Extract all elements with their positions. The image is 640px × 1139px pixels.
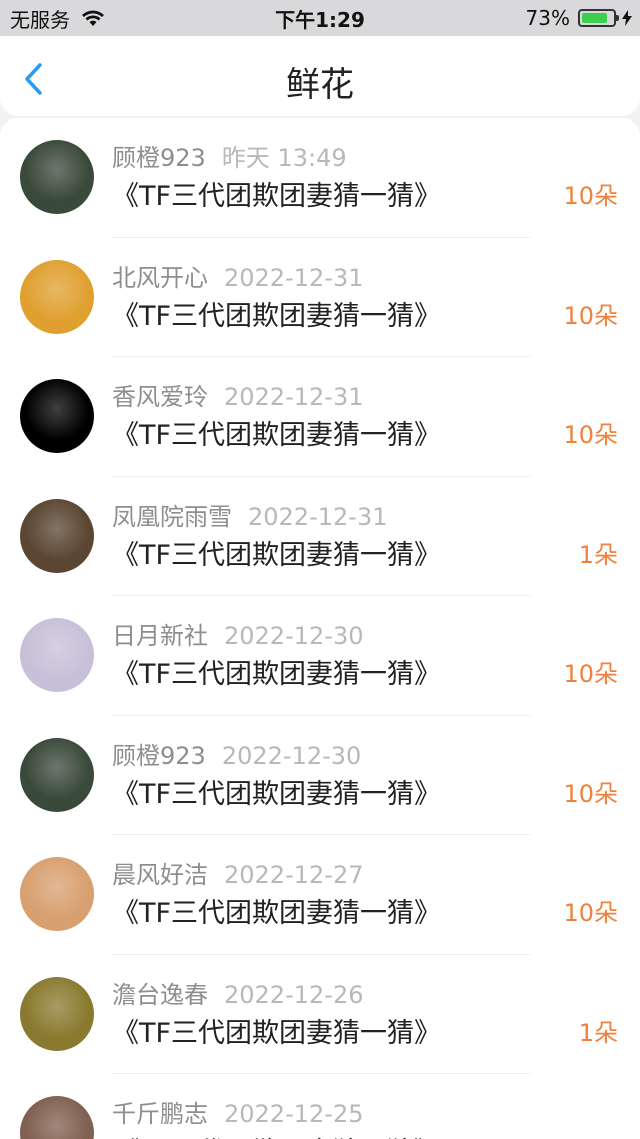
charging-bolt-icon [622,10,632,26]
item-date: 2022-12-31 [224,263,364,292]
flower-amount: 10朵 [563,899,618,927]
item-subject[interactable]: 《TF三代团欺团妻猜一猜》 [112,413,441,452]
list-item[interactable]: 北风开心 2022-12-31 《TF三代团欺团妻猜一猜》 10朵 [0,238,640,357]
user-name[interactable]: 千斤鹏志 [112,1100,208,1128]
item-meta: 顾橙923 2022-12-30 [112,736,361,771]
user-name[interactable]: 顾橙923 [112,742,206,770]
item-subject[interactable]: 《TF三代团欺团妻猜一猜》 [112,652,441,691]
avatar[interactable] [20,857,94,931]
flower-amount: 10朵 [563,421,618,449]
user-name[interactable]: 澹台逸春 [112,981,208,1009]
item-subject[interactable]: 《TF三代团欺团妻猜一猜》 [112,772,441,811]
item-date: 2022-12-30 [221,741,362,770]
flower-amount: 10朵 [563,660,618,688]
flower-amount: 10朵 [563,182,618,210]
list-item[interactable]: 澹台逸春 2022-12-26 《TF三代团欺团妻猜一猜》 1朵 [0,955,640,1074]
item-meta: 千斤鹏志 2022-12-25 [112,1094,363,1129]
flower-amount: 1朵 [578,1018,618,1047]
list-item[interactable]: 顾橙923 2022-12-30 《TF三代团欺团妻猜一猜》 10朵 [0,716,640,835]
avatar[interactable] [20,498,94,573]
gift-list: 顾橙923 昨天 13:49 《TF三代团欺团妻猜一猜》 10朵 北风开心 2022-12… [0,118,640,1139]
item-date: 2022-12-27 [224,861,364,889]
item-meta: 澹台逸春 2022-12-26 [112,975,363,1010]
item-date: 昨天 13:49 [221,144,347,172]
avatar[interactable] [20,618,94,692]
status-right: 73% [526,0,632,36]
flower-amount: 1朵 [578,540,618,569]
status-bar: 无服务 下午1:29 73% [0,0,640,36]
user-name[interactable]: 顾橙923 [112,144,206,172]
avatar[interactable] [20,976,94,1051]
user-name[interactable]: 凤凰院雨雪 [112,503,232,531]
user-name[interactable]: 北风开心 [112,264,208,292]
nav-bar: 鲜花 [0,36,640,116]
avatar[interactable] [20,259,94,334]
item-subject[interactable]: 《TF三代团欺团妻猜一猜》 [112,1130,441,1139]
item-meta: 晨风好洁 2022-12-27 [112,855,363,890]
item-meta: 顾橙923 昨天 13:49 [112,138,347,173]
item-date: 2022-12-31 [248,502,388,531]
item-subject[interactable]: 《TF三代团欺团妻猜一猜》 [112,294,441,333]
list-item[interactable]: 凤凰院雨雪 2022-12-31 《TF三代团欺团妻猜一猜》 1朵 [0,477,640,596]
item-meta: 北风开心 2022-12-31 [112,258,363,293]
avatar[interactable] [20,379,94,453]
user-name[interactable]: 晨风好洁 [112,861,208,889]
avatar[interactable] [20,1096,94,1139]
item-subject[interactable]: 《TF三代团欺团妻猜一猜》 [112,174,441,213]
battery-percent: 73% [525,6,570,30]
item-date: 2022-12-25 [224,1100,364,1128]
flower-amount: 10朵 [563,301,618,330]
list-item[interactable]: 日月新社 2022-12-30 《TF三代团欺团妻猜一猜》 10朵 [0,596,640,716]
list-item[interactable]: 晨风好洁 2022-12-27 《TF三代团欺团妻猜一猜》 10朵 [0,835,640,955]
page-title: 鲜花 [286,64,354,105]
item-meta: 凤凰院雨雪 2022-12-31 [112,497,387,532]
item-subject[interactable]: 《TF三代团欺团妻猜一猜》 [112,533,441,572]
item-meta: 香风爱玲 2022-12-31 [112,377,363,412]
avatar[interactable] [20,140,94,214]
item-subject[interactable]: 《TF三代团欺团妻猜一猜》 [112,891,441,930]
battery-icon [578,9,619,27]
item-meta: 日月新社 2022-12-30 [112,616,363,651]
list-item[interactable]: 千斤鹏志 2022-12-25 《TF三代团欺团妻猜一猜》 [0,1074,640,1139]
avatar[interactable] [20,737,94,812]
list-item[interactable]: 香风爱玲 2022-12-31 《TF三代团欺团妻猜一猜》 10朵 [0,357,640,477]
user-name[interactable]: 日月新社 [112,622,208,650]
user-name[interactable]: 香风爱玲 [112,383,208,411]
flower-amount: 10朵 [563,779,618,808]
list-item[interactable]: 顾橙923 昨天 13:49 《TF三代团欺团妻猜一猜》 10朵 [0,118,640,238]
item-date: 2022-12-26 [224,980,364,1009]
item-date: 2022-12-31 [224,383,364,411]
item-date: 2022-12-30 [224,622,364,650]
item-subject[interactable]: 《TF三代团欺团妻猜一猜》 [112,1011,441,1050]
